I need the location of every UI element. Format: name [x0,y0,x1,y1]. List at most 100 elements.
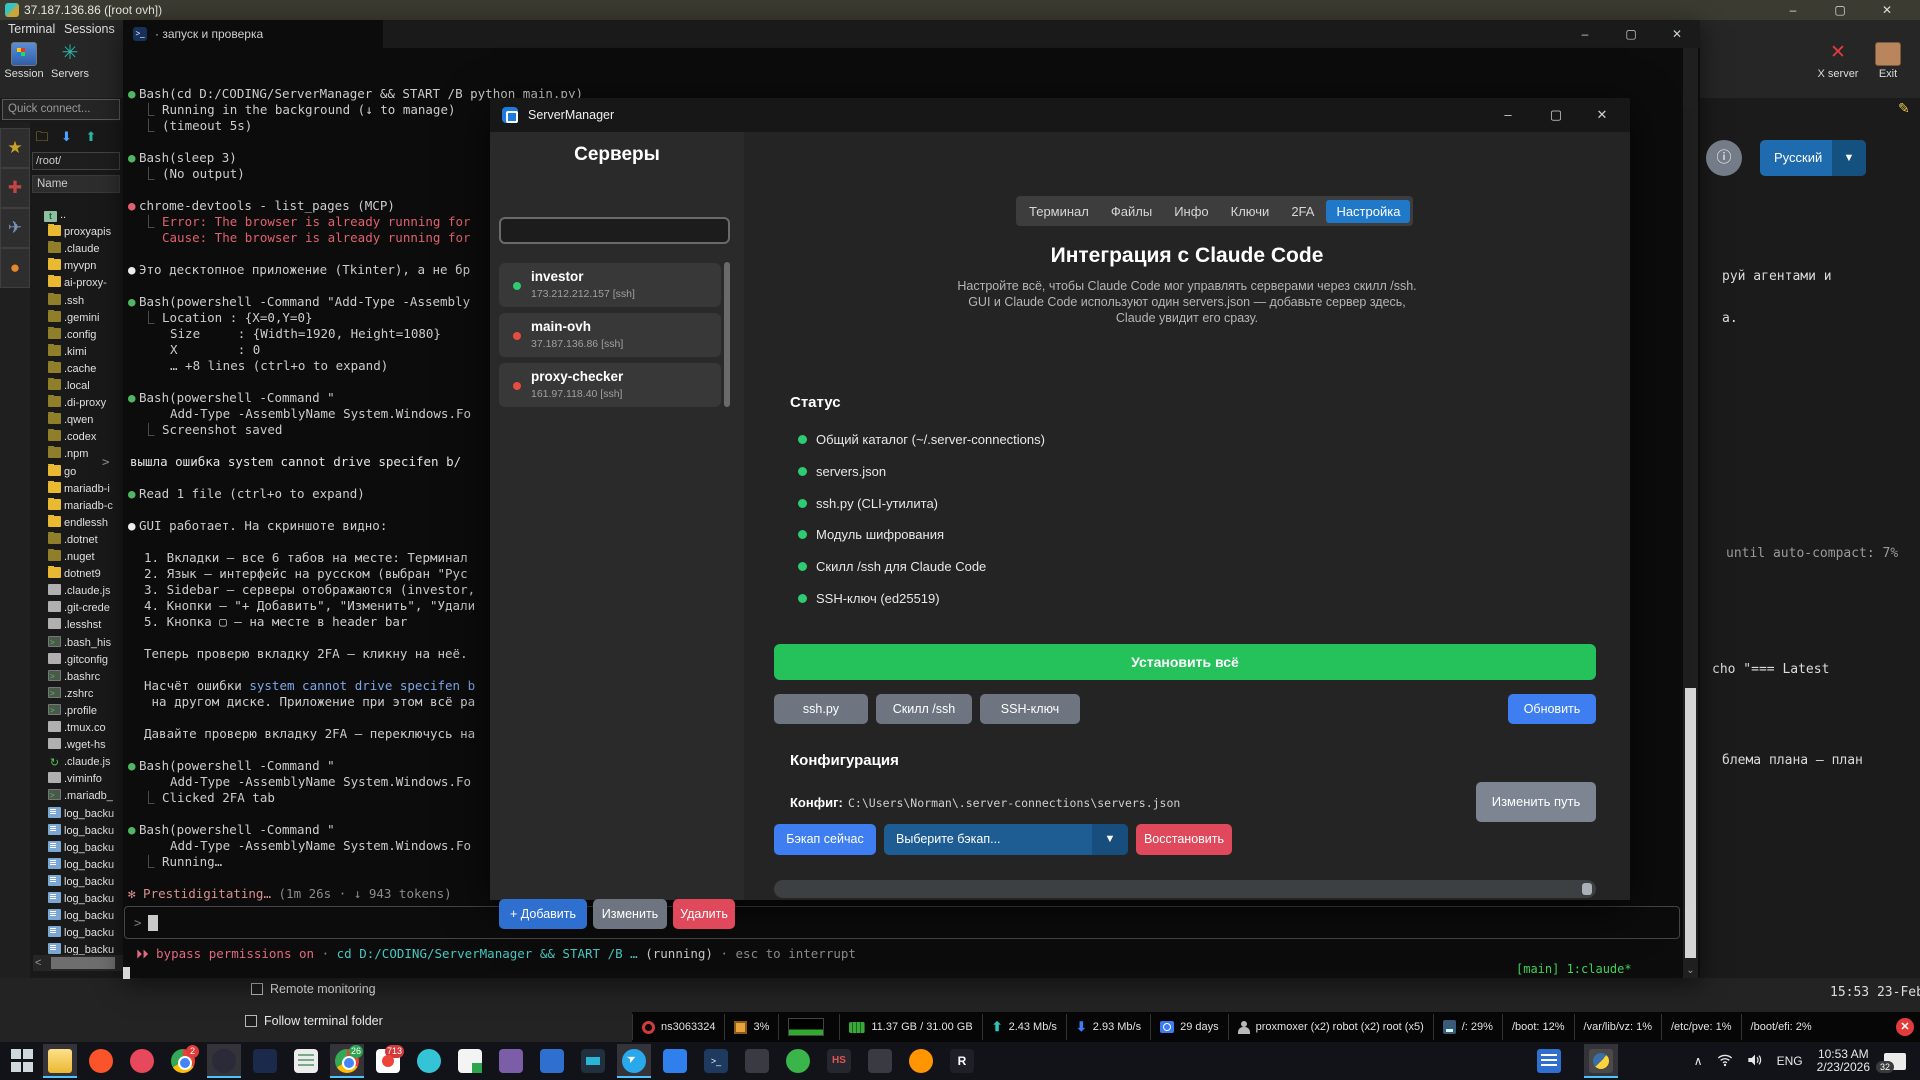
file-row[interactable]: .git-crede [48,600,123,617]
file-row[interactable]: .bashrc [48,669,123,686]
component-button-1[interactable]: ssh.py [774,694,868,724]
file-row[interactable]: mariadb-c [48,497,123,515]
terminal-app[interactable]: >_ [699,1044,733,1078]
hisuite[interactable]: HS [822,1044,856,1078]
telegram[interactable] [617,1044,651,1078]
file-row[interactable]: .claude [48,241,123,258]
servers-button[interactable]: ✳ Servers [48,42,92,80]
volume-icon[interactable] [1747,1053,1763,1070]
file-row[interactable]: log_backu [48,908,123,925]
exit-button[interactable]: Exit [1866,42,1910,80]
file-row[interactable]: .profile [48,703,123,720]
brave-browser[interactable] [84,1044,118,1078]
file-row[interactable]: endlessh [48,514,123,532]
vscode[interactable] [658,1044,692,1078]
file-row[interactable]: myvpn [48,258,123,275]
follow-terminal-folder-checkbox[interactable]: Follow terminal folder [245,1014,383,1028]
monitor-close-button[interactable]: ✕ [1896,1018,1914,1036]
firefox[interactable] [904,1044,938,1078]
wifi-icon[interactable] [1717,1053,1733,1070]
tab-инфо[interactable]: Инфо [1164,200,1218,223]
change-path-button[interactable]: Изменить путь [1476,782,1596,822]
file-row[interactable]: .zshrc [48,686,123,703]
info-button[interactable]: ⓘ [1706,140,1742,176]
terminal-maximize-button[interactable]: ▢ [1608,20,1654,48]
anydesk[interactable]: 713 [371,1044,405,1078]
tray-expand-icon[interactable]: ∧ [1694,1054,1703,1068]
component-button-3[interactable]: SSH-ключ [980,694,1080,724]
chrome[interactable]: 2 [166,1044,200,1078]
tools-icon[interactable]: ✚ [0,168,30,208]
file-row[interactable]: ↻ .claude.js [48,754,123,771]
file-row[interactable]: .dotnet [48,531,123,549]
send-icon[interactable]: ✈ [0,208,30,248]
file-row[interactable]: .kimi [48,343,123,361]
docker-desktop[interactable] [576,1044,610,1078]
app-dark-2[interactable] [863,1044,897,1078]
file-row[interactable]: .ssh [48,292,123,310]
file-row[interactable]: mariadb-i [48,480,123,498]
file-row[interactable]: log_backu [48,891,123,908]
file-row[interactable]: .nuget [48,549,123,566]
sm-minimize-button[interactable]: – [1486,98,1530,132]
gimp[interactable] [494,1044,528,1078]
sm-maximize-button[interactable]: ▢ [1534,98,1578,132]
start-button[interactable] [6,1044,40,1078]
notifications-icon[interactable]: 32 [1876,1052,1906,1073]
file-row[interactable]: log_backu [48,840,123,857]
server-search-input[interactable] [499,217,730,244]
path-field[interactable]: /root/ [32,152,120,170]
file-row[interactable]: dotnet9 [48,566,123,583]
terminal-tab[interactable]: >_ · запуск и проверка [123,20,383,48]
backup-now-button[interactable]: Бэкап сейчас [774,824,876,855]
qbittorrent[interactable] [781,1044,815,1078]
tab-настройка[interactable]: Настройка [1326,199,1411,223]
config-horizontal-scrollbar[interactable] [774,880,1596,898]
mobaxterm-minimize-button[interactable]: – [1778,0,1808,20]
language-selector[interactable]: Русский ▼ [1760,140,1866,176]
upload-icon[interactable]: ⬆ [81,129,101,145]
file-row[interactable]: .gitconfig [48,652,123,669]
file-row[interactable]: log_backu [48,806,123,823]
file-row[interactable]: .codex [48,429,123,446]
file-row[interactable]: .tmux.co [48,720,123,737]
app-blue[interactable] [535,1044,569,1078]
terminal-prompt-box[interactable]: > [124,906,1680,939]
menu-terminal[interactable]: Terminal [8,22,55,36]
remote-monitoring-checkbox[interactable]: Remote monitoring [251,982,376,996]
install-all-button[interactable]: Установить всё [774,644,1596,680]
file-row[interactable]: log_backu [48,874,123,891]
refresh-button[interactable]: Обновить [1508,694,1596,724]
component-button-2[interactable]: Скилл /ssh [876,694,972,724]
file-row[interactable]: .cache [48,360,123,378]
chrome-profile-2[interactable]: 26 [330,1044,364,1078]
file-row[interactable]: log_backu [48,823,123,840]
server-list-item[interactable]: proxy-checker 161.97.118.40 [ssh] [499,363,721,407]
quick-connect-input[interactable]: Quick connect... [2,99,120,120]
edge-dev[interactable] [412,1044,446,1078]
x-server-button[interactable]: ✕ X server [1816,42,1860,80]
rider[interactable]: R [945,1044,979,1078]
file-row[interactable]: .npm [48,446,123,463]
terminal-scrollbar[interactable]: ⌄ [1683,48,1698,978]
add-server-button[interactable]: + Добавить [499,899,587,929]
server-list-item[interactable]: investor 173.212.212.157 [ssh] [499,263,721,307]
mobaxterm-maximize-button[interactable]: ▢ [1825,0,1855,20]
tray-clock[interactable]: 10:53 AM 2/23/2026 [1817,1048,1870,1074]
download-icon[interactable]: ⬇ [56,129,76,145]
mobaxterm-close-button[interactable]: ✕ [1872,0,1902,20]
file-row[interactable]: .mariadb_ [48,788,123,805]
sidebar-horizontal-scrollbar[interactable]: < [33,955,123,971]
terminal-minimize-button[interactable]: – [1562,20,1608,48]
tab-терминал[interactable]: Терминал [1019,200,1099,223]
server-list-item[interactable]: main-ovh 37.187.136.86 [ssh] [499,313,721,357]
file-row[interactable]: .lesshst [48,617,123,634]
file-row[interactable]: .di-proxy [48,395,123,412]
favorites-icon[interactable]: ★ [0,128,30,168]
file-row[interactable]: .config [48,326,123,344]
web-icon[interactable]: ● [0,248,30,288]
python-console[interactable] [1584,1044,1618,1078]
file-row[interactable]: ai-proxy- [48,275,123,292]
file-row[interactable]: go [48,463,123,481]
edit-server-button[interactable]: Изменить [593,899,667,929]
